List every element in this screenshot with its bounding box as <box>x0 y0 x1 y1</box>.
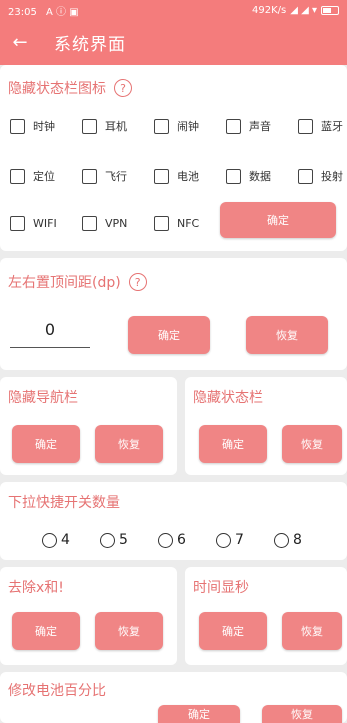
signal-icon: ◢ ◢ ▾ <box>290 4 317 16</box>
radio-option-5[interactable]: 5 <box>100 532 128 548</box>
checkbox-box[interactable] <box>10 216 25 231</box>
checkbox-box[interactable] <box>298 118 313 134</box>
checkbox-box[interactable] <box>154 216 169 231</box>
time-seconds-title: 时间显秒 <box>193 580 249 596</box>
radio-option-8[interactable]: 8 <box>274 532 302 548</box>
checkbox-clock[interactable]: 时钟 <box>10 118 55 134</box>
checkbox-label: 电池 <box>177 170 199 183</box>
hide-icons-confirm-button[interactable]: 确定 <box>220 202 336 238</box>
remove-xhe-confirm-button[interactable]: 确定 <box>12 612 80 650</box>
checkbox-bluetooth[interactable]: 蓝牙 <box>298 118 343 134</box>
back-arrow-icon[interactable]: ← <box>0 20 40 65</box>
radio-circle[interactable] <box>42 532 57 548</box>
checkbox-label: NFC <box>177 217 200 230</box>
radio-circle[interactable] <box>216 532 231 548</box>
battery-percent-restore-button[interactable]: 恢复 <box>262 705 342 723</box>
radio-circle[interactable] <box>158 532 173 548</box>
top-spacing-restore-button[interactable]: 恢复 <box>246 316 328 354</box>
time-seconds-restore-button[interactable]: 恢复 <box>282 612 342 650</box>
checkbox-box[interactable] <box>82 216 97 231</box>
checkbox-label: 耳机 <box>105 120 127 133</box>
remove-xhe-restore-button[interactable]: 恢复 <box>95 612 163 650</box>
checkbox-label: 蓝牙 <box>321 120 343 133</box>
checkbox-box[interactable] <box>82 118 97 134</box>
quick-toggle-title: 下拉快捷开关数量 <box>8 495 120 511</box>
help-icon[interactable]: ? <box>114 79 132 97</box>
hide-icons-title: 隐藏状态栏图标 <box>8 81 106 97</box>
checkbox-headset[interactable]: 耳机 <box>82 118 127 134</box>
checkbox-label: 时钟 <box>33 120 55 133</box>
checkbox-label: VPN <box>105 217 128 230</box>
checkbox-label: 飞行 <box>105 170 127 183</box>
remove-xhe-title: 去除x和! <box>8 580 64 596</box>
checkbox-box[interactable] <box>226 118 241 134</box>
checkbox-airplane[interactable]: 飞行 <box>82 168 127 184</box>
status-left: 23:05 A ⓘ ▣ <box>8 3 252 18</box>
checkbox-box[interactable] <box>298 168 313 184</box>
status-left-icons: A ⓘ ▣ <box>46 6 79 18</box>
checkbox-location[interactable]: 定位 <box>10 168 55 184</box>
top-spacing-title: 左右置顶间距(dp) <box>8 275 121 291</box>
checkbox-nfc[interactable]: NFC <box>154 216 199 231</box>
top-spacing-confirm-button[interactable]: 确定 <box>128 316 210 354</box>
checkbox-label: 投射 <box>321 170 343 183</box>
checkbox-cast[interactable]: 投射 <box>298 168 343 184</box>
checkbox-wifi[interactable]: WIFI <box>10 216 57 231</box>
checkbox-alarm[interactable]: 闹钟 <box>154 118 199 134</box>
top-spacing-title-row: 左右置顶间距(dp) ? <box>8 272 147 292</box>
checkbox-label: WIFI <box>33 217 57 230</box>
status-right: 492K/s ◢ ◢ ▾ <box>252 5 339 16</box>
radio-label: 8 <box>293 532 302 548</box>
radio-label: 5 <box>119 532 128 548</box>
hide-nav-restore-button[interactable]: 恢复 <box>95 425 163 463</box>
network-speed: 492K/s <box>252 4 287 16</box>
checkbox-box[interactable] <box>82 168 97 184</box>
radio-option-6[interactable]: 6 <box>158 532 186 548</box>
battery-icon <box>321 5 339 15</box>
checkbox-data[interactable]: 数据 <box>226 168 271 184</box>
status-time: 23:05 <box>8 6 37 18</box>
radio-option-4[interactable]: 4 <box>42 532 70 548</box>
hide-nav-confirm-button[interactable]: 确定 <box>12 425 80 463</box>
hide-status-title: 隐藏状态栏 <box>193 390 263 406</box>
checkbox-sound[interactable]: 声音 <box>226 118 271 134</box>
page-title: 系统界面 <box>54 35 126 55</box>
battery-percent-title: 修改电池百分比 <box>8 683 106 699</box>
hide-nav-title: 隐藏导航栏 <box>8 390 78 406</box>
checkbox-box[interactable] <box>10 118 25 134</box>
radio-circle[interactable] <box>274 532 289 548</box>
help-icon[interactable]: ? <box>128 273 147 291</box>
checkbox-label: 声音 <box>249 120 271 133</box>
checkbox-label: 数据 <box>249 170 271 183</box>
checkbox-vpn[interactable]: VPN <box>82 216 127 231</box>
top-spacing-input[interactable]: 0 <box>10 320 90 348</box>
status-bar: 23:05 A ⓘ ▣ 492K/s ◢ ◢ ▾ <box>0 0 347 20</box>
checkbox-box[interactable] <box>154 168 169 184</box>
checkbox-box[interactable] <box>154 118 169 134</box>
checkbox-label: 定位 <box>33 170 55 183</box>
checkbox-battery[interactable]: 电池 <box>154 168 199 184</box>
hide-status-restore-button[interactable]: 恢复 <box>282 425 342 463</box>
radio-label: 7 <box>235 532 244 548</box>
checkbox-box[interactable] <box>226 168 241 184</box>
checkbox-label: 闹钟 <box>177 120 199 133</box>
hide-icons-title-row: 隐藏状态栏图标 ? <box>8 78 132 98</box>
radio-label: 4 <box>61 532 70 548</box>
radio-option-7[interactable]: 7 <box>216 532 244 548</box>
radio-label: 6 <box>177 532 186 548</box>
time-seconds-confirm-button[interactable]: 确定 <box>199 612 267 650</box>
battery-percent-confirm-button[interactable]: 确定 <box>158 705 240 723</box>
radio-circle[interactable] <box>100 532 115 548</box>
checkbox-box[interactable] <box>10 168 25 184</box>
app-bar: ← 系统界面 <box>0 20 347 65</box>
hide-status-confirm-button[interactable]: 确定 <box>199 425 267 463</box>
